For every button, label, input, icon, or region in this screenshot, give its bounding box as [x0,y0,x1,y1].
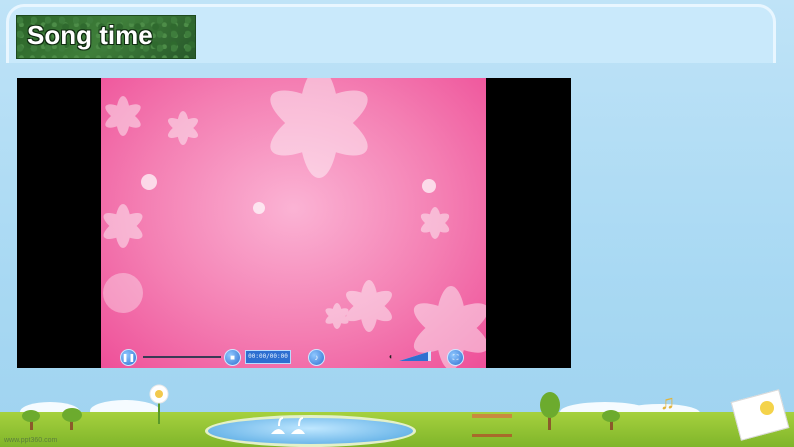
video-frame[interactable]: ❚❚ ■ 00:00/00:00 ♪ ◖ ⛶ [101,78,486,368]
flower-bottom-mid [346,280,392,332]
watermark-text: www.ppt360.com [4,437,58,444]
player-controls: ❚❚ ■ 00:00/00:00 ♪ ◖ ⛶ [101,346,486,368]
flower-left-mid [103,204,143,248]
flower-large-top [270,78,368,178]
flower-decorations [103,78,486,368]
music-note-icon: ♪ [314,353,319,362]
sparkle-4 [103,273,143,313]
sparkle-2 [253,202,265,214]
flower-small-top [167,111,199,145]
swan-birds [271,417,305,434]
speaker-icon[interactable]: ◖ [388,352,394,361]
flower-right-mid [420,207,450,239]
tree [62,408,82,422]
video-player[interactable]: ❚❚ ■ 00:00/00:00 ♪ ◖ ⛶ [17,78,571,368]
stop-button[interactable]: ■ [224,349,241,366]
sparkle-1 [141,174,157,190]
tree [602,410,620,422]
flower-top-left [105,96,141,136]
bench [472,414,512,437]
fullscreen-button[interactable]: ⛶ [447,349,464,366]
tree [22,410,40,422]
pause-icon: ❚❚ [121,353,136,362]
sun-icon [760,401,774,415]
sparkle-3 [422,179,436,193]
title-badge: Song time [17,16,195,58]
music-button[interactable]: ♪ [308,349,325,366]
stop-icon: ■ [230,353,235,362]
slide-title: Song time [27,20,153,50]
fullscreen-icon: ⛶ [452,353,459,362]
time-display: 00:00/00:00 [245,350,291,364]
flower-tall [149,384,169,424]
seek-bar[interactable] [143,356,221,358]
pause-button[interactable]: ❚❚ [120,349,137,366]
tree [540,392,560,418]
music-note-icon: ♫ [660,392,675,414]
volume-slider[interactable] [399,351,431,361]
